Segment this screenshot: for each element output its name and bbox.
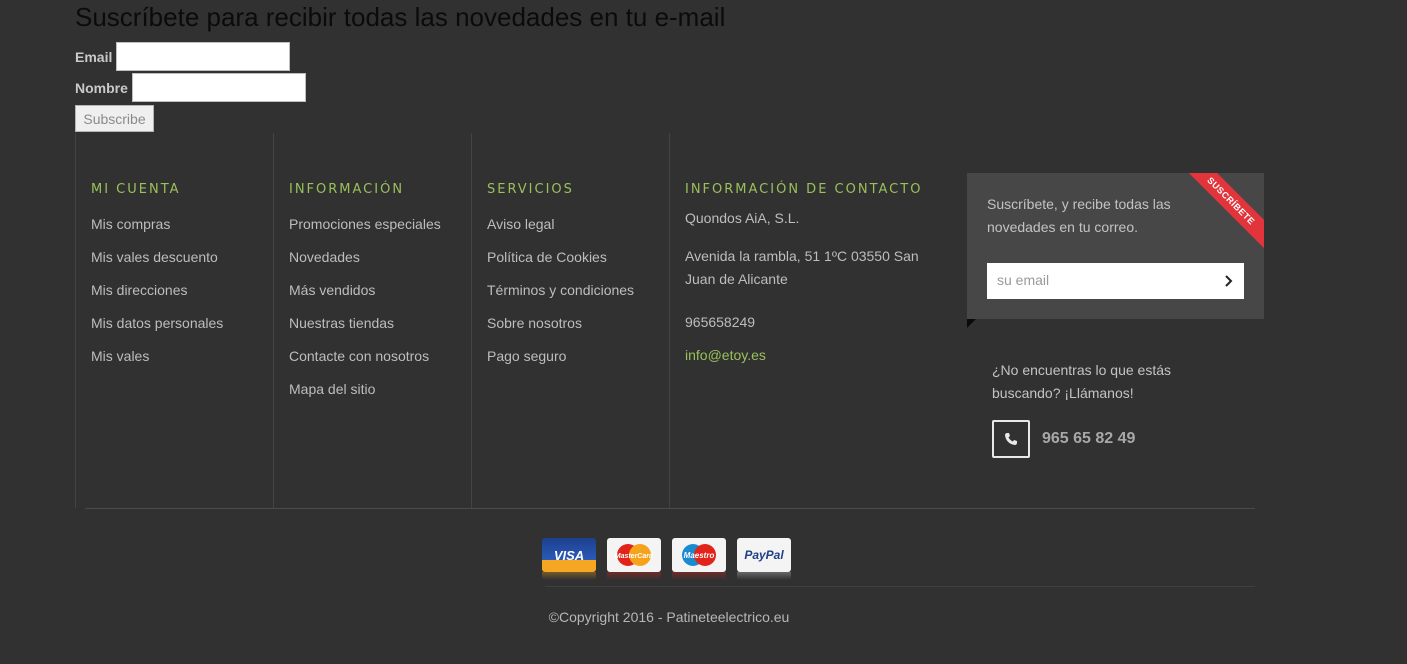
chevron-right-icon[interactable]: [1222, 272, 1236, 290]
maestro-icon: Maestro: [672, 538, 726, 580]
name-label: Nombre: [75, 79, 128, 96]
link-mas-vendidos[interactable]: Más vendidos: [289, 282, 441, 315]
contact-email-link[interactable]: info@etoy.es: [685, 344, 935, 367]
column-informacion: INFORMACIÓN Promociones especiales Noved…: [273, 133, 471, 508]
column-heading: MI CUENTA: [91, 182, 181, 197]
link-list: Mis compras Mis vales descuento Mis dire…: [91, 216, 223, 381]
column-contacto: INFORMACIÓN DE CONTACTO Quondos AiA, S.L…: [669, 133, 959, 508]
visa-icon: VISA: [542, 538, 596, 580]
link-mis-vales[interactable]: Mis vales: [91, 348, 223, 381]
help-phone-number[interactable]: 965 65 82 49: [1042, 430, 1135, 448]
svg-text:Maestro: Maestro: [684, 551, 715, 560]
link-contacte[interactable]: Contacte con nosotros: [289, 348, 441, 381]
link-cookies[interactable]: Política de Cookies: [487, 249, 634, 282]
help-text: ¿No encuentras lo que estás buscando? ¡L…: [992, 362, 1171, 401]
svg-text:MasterCard: MasterCard: [615, 553, 654, 560]
email-row: Email: [75, 42, 291, 71]
link-mis-compras[interactable]: Mis compras: [91, 216, 223, 249]
name-input[interactable]: [131, 73, 306, 102]
company-name: Quondos AiA, S.L.: [685, 210, 800, 226]
contact-phone: 965658249: [685, 314, 756, 330]
phone-icon: [1005, 433, 1017, 445]
link-nuestras-tiendas[interactable]: Nuestras tiendas: [289, 315, 441, 348]
subscribe-email-field: [987, 263, 1244, 299]
column-heading: INFORMACIÓN DE CONTACTO: [685, 182, 923, 197]
subscribe-box: Suscríbete, y recibe todas las novedades…: [967, 173, 1264, 319]
footer-divider: [85, 508, 1255, 509]
subscribe-text: Suscríbete, y recibe todas las novedades…: [987, 196, 1171, 235]
link-terminos[interactable]: Términos y condiciones: [487, 282, 634, 315]
column-servicios: SERVICIOS Aviso legal Política de Cookie…: [471, 133, 669, 508]
link-promociones[interactable]: Promociones especiales: [289, 216, 441, 249]
email-input[interactable]: [116, 42, 291, 71]
link-list: Promociones especiales Novedades Más ven…: [289, 216, 441, 414]
link-sobre-nosotros[interactable]: Sobre nosotros: [487, 315, 634, 348]
copyright-text: ©Copyright 2016 - Patineteelectrico.eu: [548, 609, 790, 625]
footer-divider-bottom: [545, 586, 1255, 587]
link-pago-seguro[interactable]: Pago seguro: [487, 348, 634, 381]
column-heading: SERVICIOS: [487, 182, 574, 197]
name-row: Nombre: [75, 73, 306, 102]
column-mi-cuenta: MI CUENTA Mis compras Mis vales descuent…: [75, 133, 273, 508]
svg-text:PayPal: PayPal: [744, 548, 784, 562]
link-mapa-sitio[interactable]: Mapa del sitio: [289, 381, 441, 414]
email-label: Email: [75, 48, 113, 65]
newsletter-title: Suscríbete para recibir todas las noveda…: [75, 2, 726, 32]
link-aviso-legal[interactable]: Aviso legal: [487, 216, 634, 249]
link-mis-vales-descuento[interactable]: Mis vales descuento: [91, 249, 223, 282]
column-heading: INFORMACIÓN: [289, 182, 405, 197]
svg-text:VISA: VISA: [554, 548, 584, 563]
link-mis-datos-personales[interactable]: Mis datos personales: [91, 315, 223, 348]
link-list: Aviso legal Política de Cookies Términos…: [487, 216, 634, 381]
payment-cards: VISA MasterCard Maestro PayPal: [542, 538, 802, 580]
link-mis-direcciones[interactable]: Mis direcciones: [91, 282, 223, 315]
mastercard-icon: MasterCard: [607, 538, 661, 580]
link-novedades[interactable]: Novedades: [289, 249, 441, 282]
box-corner-decoration: [967, 319, 976, 328]
subscribe-email-input[interactable]: [987, 263, 1227, 297]
phone-icon-box: [992, 420, 1030, 458]
address: Avenida la rambla, 51 1ºC 03550 San Juan…: [685, 248, 919, 287]
subscribe-button[interactable]: Subscribe: [75, 105, 154, 132]
paypal-icon: PayPal: [737, 538, 791, 580]
